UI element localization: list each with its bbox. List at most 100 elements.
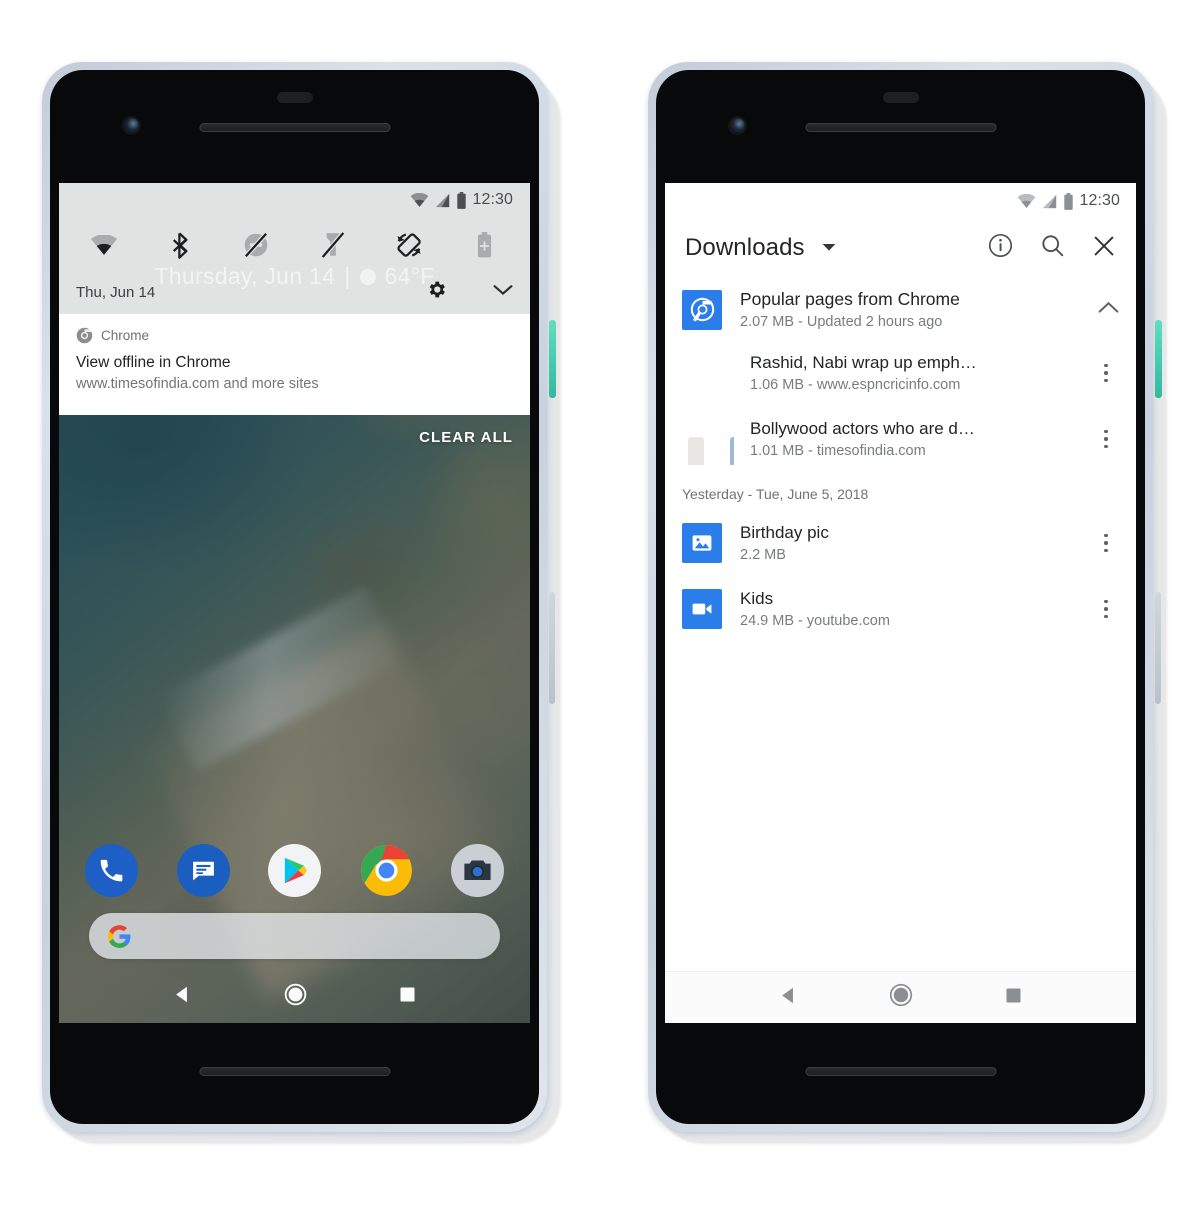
do-not-disturb-toggle[interactable] (241, 230, 271, 260)
wifi-icon (1018, 193, 1036, 208)
front-camera-icon (730, 118, 745, 133)
download-item-title: Rashid, Nabi wrap up emph… (750, 353, 977, 372)
nav-back-button[interactable] (173, 985, 192, 1009)
screen-left: CLEAR ALL 12:30 Thursday, Jun 14 | 64°F … (59, 183, 530, 1023)
messages-app-icon[interactable] (176, 843, 230, 897)
expand-shade-button[interactable] (493, 283, 513, 301)
table-row[interactable]: Bollywood actors who are d… 1.01 MB - ti… (665, 406, 1136, 472)
date-section-label: Yesterday - Tue, June 5, 2018 (682, 486, 869, 502)
device-bezel: 12:30 Downloads Popular pages from Chrom… (656, 70, 1145, 1124)
chrome-logo-icon (690, 297, 714, 322)
battery-icon (1064, 192, 1074, 210)
close-button[interactable] (1092, 234, 1116, 263)
info-button[interactable] (988, 233, 1013, 263)
quick-settings-toggle-row (59, 217, 530, 269)
downloads-app-bar: Downloads (665, 219, 1136, 277)
close-x-icon (1094, 236, 1114, 255)
chevron-up-icon (1098, 301, 1119, 313)
download-item-subtitle: 2.2 MB (740, 547, 786, 563)
image-file-icon (682, 523, 722, 563)
download-item-subtitle: 24.9 MB - youtube.com (740, 613, 890, 629)
download-group-subtitle: 2.07 MB - Updated 2 hours ago (740, 314, 943, 330)
earpiece-speaker-grille (805, 123, 996, 132)
page-title: Downloads (685, 234, 805, 261)
play-triangle-icon (284, 857, 307, 883)
chrome-notification-card[interactable]: Chrome View offline in Chrome www.timeso… (59, 314, 530, 415)
more-vertical-icon[interactable] (1093, 363, 1119, 383)
camera-icon (464, 859, 491, 880)
wifi-toggle[interactable] (89, 230, 119, 260)
clear-all-button[interactable]: CLEAR ALL (419, 429, 513, 446)
back-triangle-icon (176, 986, 187, 1003)
download-item-title: Bollywood actors who are d… (750, 419, 975, 438)
caret-down-icon (822, 244, 836, 251)
power-button[interactable] (549, 320, 556, 398)
collapse-group-button[interactable] (1086, 301, 1119, 319)
video-camera-glyph-icon (692, 603, 712, 615)
power-button[interactable] (1155, 320, 1162, 398)
chrome-logo-icon (360, 844, 412, 896)
bluetooth-icon (172, 232, 188, 259)
volume-rocker-button[interactable] (1155, 592, 1161, 704)
notification-app-row: Chrome (76, 325, 513, 345)
phone-device-right: 12:30 Downloads Popular pages from Chrom… (648, 62, 1167, 1144)
home-circle-icon (890, 983, 913, 1007)
nav-back-button[interactable] (779, 986, 798, 1010)
auto-rotate-toggle[interactable] (394, 230, 424, 260)
flashlight-toggle[interactable] (318, 230, 348, 260)
list-item[interactable]: Kids 24.9 MB - youtube.com (665, 576, 1136, 642)
phone-handset-icon (100, 859, 123, 881)
nav-recents-button[interactable] (399, 986, 416, 1008)
battery-icon (457, 191, 467, 209)
battery-saver-icon (478, 232, 492, 258)
recents-square-icon (400, 987, 415, 1002)
earpiece-speaker-grille (199, 123, 390, 132)
video-file-icon (682, 589, 722, 629)
nav-home-button[interactable] (889, 983, 913, 1012)
download-item-subtitle: 1.01 MB - timesofindia.com (750, 443, 926, 459)
google-g-icon (107, 924, 131, 948)
volume-rocker-button[interactable] (549, 592, 555, 704)
nav-recents-button[interactable] (1005, 987, 1022, 1009)
chevron-down-icon (493, 285, 513, 295)
list-item[interactable]: Birthday pic 2.2 MB (665, 510, 1136, 576)
downloads-filter-dropdown[interactable] (822, 239, 836, 257)
phone-app-icon[interactable] (85, 843, 138, 897)
proximity-sensor (276, 92, 313, 103)
people-photo-thumbnail (682, 413, 734, 465)
home-circle-icon (284, 983, 307, 1006)
download-group-header[interactable]: Popular pages from Chrome 2.07 MB - Upda… (665, 277, 1136, 340)
search-icon (1042, 235, 1064, 257)
quick-settings-date: Thu, Jun 14 (76, 283, 156, 301)
navigation-bar-right (665, 971, 1136, 1023)
chrome-app-icon[interactable] (360, 844, 413, 897)
notification-body: www.timesofindia.com and more sites (76, 376, 319, 392)
table-row[interactable]: Rashid, Nabi wrap up emph… 1.06 MB - www… (665, 340, 1136, 406)
screenshot-canvas: CLEAR ALL 12:30 Thursday, Jun 14 | 64°F … (0, 0, 1200, 1211)
wifi-icon (90, 234, 118, 255)
settings-button[interactable] (426, 279, 447, 305)
search-button[interactable] (1040, 233, 1065, 263)
nav-home-button[interactable] (284, 983, 307, 1011)
chrome-icon (682, 289, 722, 330)
navigation-bar-left (59, 971, 530, 1023)
message-bubble-icon (192, 861, 214, 880)
google-search-bar[interactable] (89, 913, 500, 959)
battery-saver-toggle[interactable] (470, 230, 500, 260)
download-item-title: Birthday pic (740, 523, 829, 542)
notification-app-name: Chrome (101, 327, 150, 343)
bluetooth-toggle[interactable] (165, 230, 195, 260)
back-triangle-icon (781, 987, 793, 1003)
image-glyph-icon (692, 535, 712, 551)
wifi-icon (411, 192, 429, 207)
more-vertical-icon[interactable] (1093, 429, 1119, 449)
info-circle-icon (988, 233, 1013, 258)
screen-right: 12:30 Downloads Popular pages from Chrom… (665, 183, 1136, 1023)
more-vertical-icon[interactable] (1093, 599, 1119, 619)
play-store-app-icon[interactable] (268, 843, 321, 897)
quick-settings-panel: 12:30 Thursday, Jun 14 | 64°F Thu, Jun 1… (59, 183, 530, 314)
signal-icon (436, 193, 450, 207)
do-not-disturb-icon (244, 232, 269, 258)
more-vertical-icon[interactable] (1093, 533, 1119, 553)
camera-app-icon[interactable] (451, 843, 504, 897)
